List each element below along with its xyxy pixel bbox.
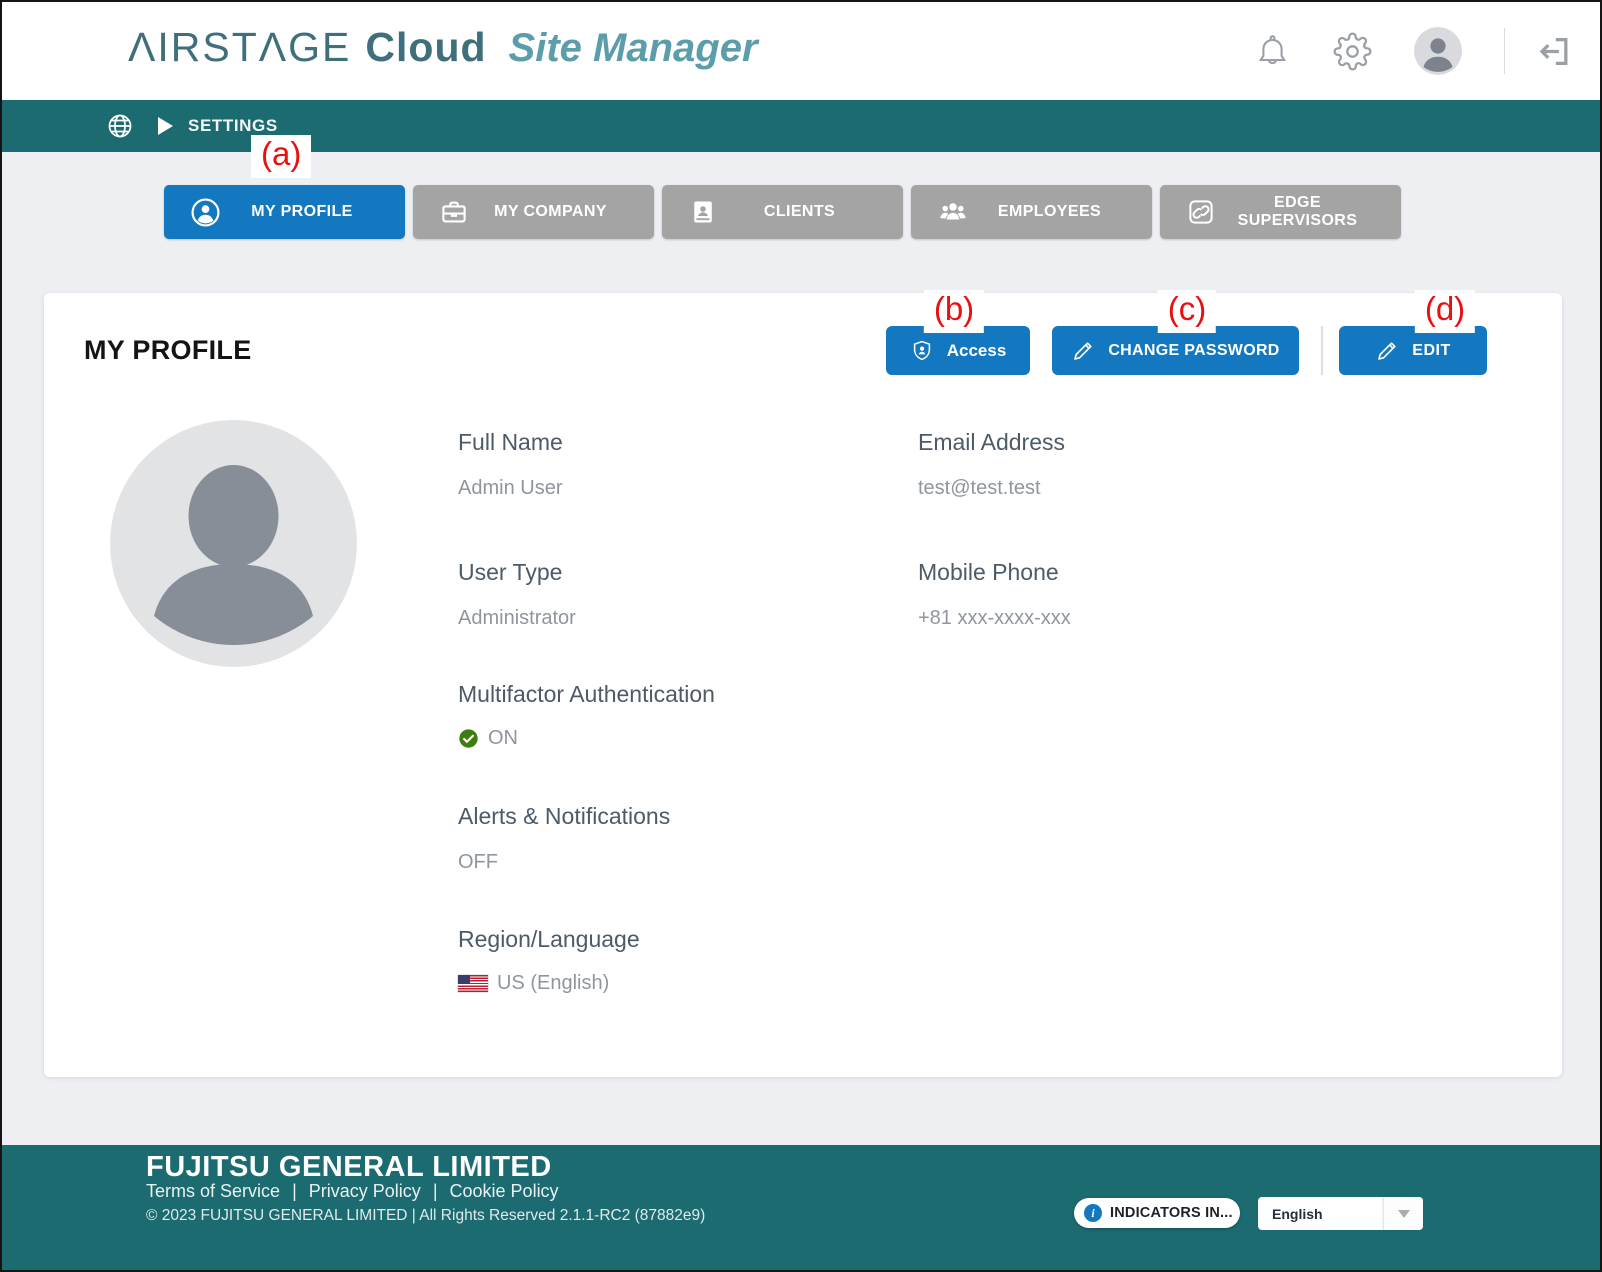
language-selector[interactable]: English — [1258, 1197, 1423, 1230]
edit-button[interactable]: EDIT — [1339, 326, 1487, 375]
mfa-value: ON — [488, 727, 518, 750]
tab-my-company[interactable]: MY COMPANY — [413, 185, 654, 239]
my-profile-card: MY PROFILE Access CHANGE PASSWORD — [44, 293, 1562, 1077]
mobile-phone-label: Mobile Phone — [918, 559, 1059, 586]
tab-my-profile[interactable]: MY PROFILE — [164, 185, 405, 239]
access-button-label: Access — [947, 341, 1007, 361]
user-type-label: User Type — [458, 559, 562, 586]
annotation-a: (a) — [251, 135, 311, 178]
pencil-icon — [1071, 339, 1095, 363]
region-language-label: Region/Language — [458, 926, 640, 953]
profile-avatar — [110, 420, 357, 667]
footer-company-name: FUJITSU GENERAL LIMITED — [146, 1151, 552, 1184]
tab-employees[interactable]: EMPLOYEES — [911, 185, 1152, 239]
edge-supervisors-tab-icon — [1186, 197, 1216, 227]
header-actions — [1212, 2, 1572, 100]
access-button[interactable]: Access — [886, 326, 1030, 375]
region-language-value-row: US (English) — [458, 972, 609, 995]
annotation-c: (c) — [1158, 290, 1216, 333]
privacy-policy-link[interactable]: Privacy Policy — [309, 1181, 421, 1201]
my-profile-tab-icon — [190, 197, 221, 228]
region-language-value: US (English) — [497, 972, 609, 995]
alerts-value: OFF — [458, 851, 498, 874]
employees-tab-icon — [937, 196, 969, 228]
footer-copyright: © 2023 FUJITSU GENERAL LIMITED | All Rig… — [146, 1207, 705, 1225]
full-name-label: Full Name — [458, 429, 563, 456]
tab-label: EDGE SUPERVISORS — [1216, 194, 1379, 230]
footer-link-separator: | — [292, 1181, 297, 1201]
mfa-on-check-icon — [458, 728, 479, 749]
footer-links: Terms of Service | Privacy Policy | Cook… — [146, 1181, 559, 1202]
logo-cloud-text: Cloud — [365, 24, 486, 71]
cookie-policy-link[interactable]: Cookie Policy — [450, 1181, 559, 1201]
logout-icon[interactable] — [1535, 33, 1572, 70]
settings-tabs: MY PROFILE MY COMPANY — [164, 185, 1401, 239]
access-shield-icon — [910, 339, 934, 363]
language-selected-value: English — [1272, 1206, 1383, 1222]
app-header: ΛIRSTΛGE Cloud Site Manager — [2, 2, 1600, 100]
breadcrumb-bar: SETTINGS — [2, 100, 1600, 152]
clients-tab-icon — [688, 197, 718, 227]
alerts-label: Alerts & Notifications — [458, 803, 670, 830]
terms-of-service-link[interactable]: Terms of Service — [146, 1181, 280, 1201]
user-type-value: Administrator — [458, 607, 576, 630]
language-dropdown-toggle[interactable] — [1383, 1197, 1423, 1230]
account-avatar-icon[interactable] — [1414, 27, 1462, 75]
tab-label: EMPLOYEES — [969, 203, 1130, 221]
notification-bell-icon[interactable] — [1254, 33, 1291, 70]
info-icon: i — [1084, 1204, 1102, 1222]
tab-label: MY COMPANY — [469, 203, 632, 221]
annotation-b: (b) — [924, 290, 984, 333]
app-window: ΛIRSTΛGE Cloud Site Manager — [0, 0, 1602, 1272]
tab-label: MY PROFILE — [221, 203, 383, 221]
header-divider — [1504, 28, 1505, 74]
tab-clients[interactable]: CLIENTS — [662, 185, 903, 239]
app-footer: FUJITSU GENERAL LIMITED Terms of Service… — [2, 1145, 1600, 1272]
email-label: Email Address — [918, 429, 1065, 456]
logo-product-text: Site Manager — [509, 26, 758, 71]
edit-button-label: EDIT — [1412, 342, 1450, 360]
dropdown-chevron-icon — [1398, 1210, 1410, 1218]
logo-airstage-text: ΛIRSTΛGE — [128, 24, 351, 71]
email-value: test@test.test — [918, 477, 1041, 500]
us-flag-icon — [458, 975, 488, 992]
settings-gear-icon[interactable] — [1333, 32, 1372, 71]
pencil-icon — [1375, 339, 1399, 363]
mfa-label: Multifactor Authentication — [458, 681, 715, 708]
button-divider — [1321, 326, 1323, 375]
mfa-value-row: ON — [458, 727, 518, 750]
globe-icon[interactable] — [106, 112, 134, 145]
brand-logo: ΛIRSTΛGE Cloud Site Manager — [128, 24, 758, 71]
breadcrumb-arrow-icon — [158, 117, 173, 135]
tab-label: CLIENTS — [718, 203, 881, 221]
tab-edge-supervisors[interactable]: EDGE SUPERVISORS — [1160, 185, 1401, 239]
change-password-button-label: CHANGE PASSWORD — [1108, 342, 1279, 360]
mobile-phone-value: +81 xxx-xxxx-xxx — [918, 607, 1071, 630]
footer-link-separator: | — [433, 1181, 438, 1201]
annotation-d: (d) — [1415, 290, 1475, 333]
page-title: MY PROFILE — [84, 335, 252, 366]
full-name-value: Admin User — [458, 477, 562, 500]
indicators-info-button[interactable]: i INDICATORS IN... — [1074, 1198, 1240, 1228]
my-company-tab-icon — [439, 197, 469, 227]
indicators-button-label: INDICATORS IN... — [1110, 1205, 1233, 1221]
change-password-button[interactable]: CHANGE PASSWORD — [1052, 326, 1299, 375]
